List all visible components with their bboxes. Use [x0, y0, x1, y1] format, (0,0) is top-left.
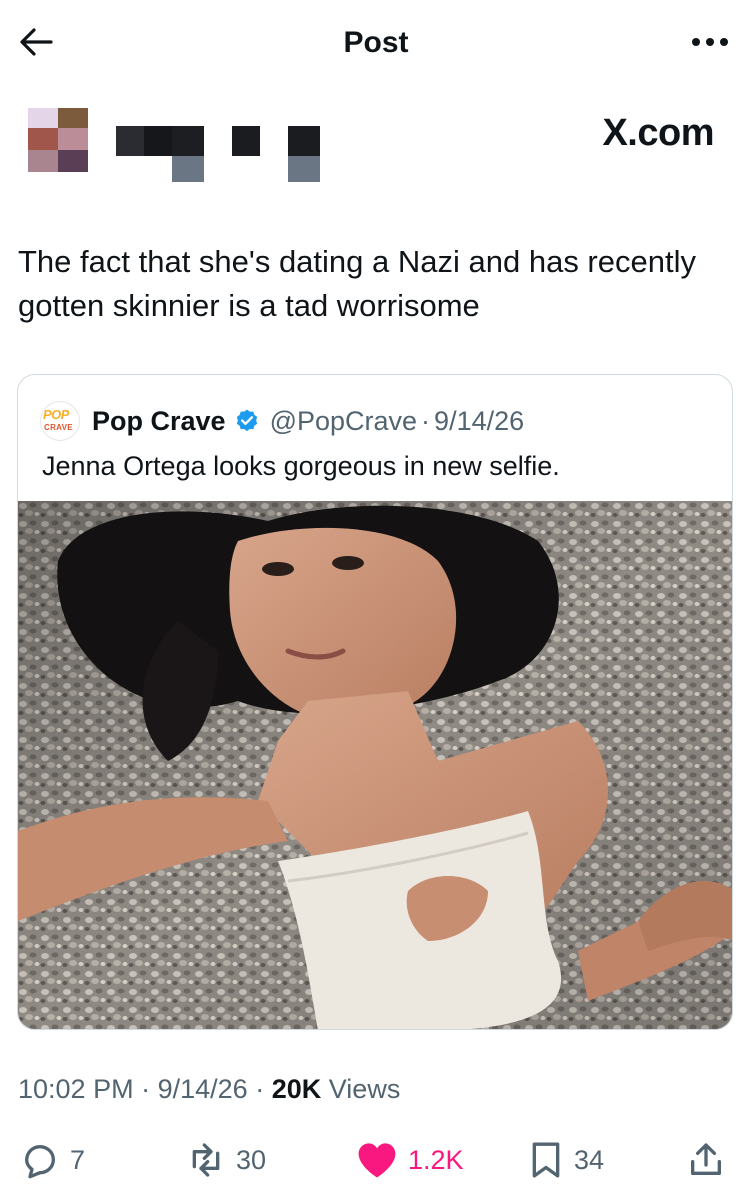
post-time: 10:02 PM	[18, 1074, 134, 1104]
quoted-author-handle[interactable]: @PopCrave	[270, 406, 417, 437]
avatar-logo-top: POP	[43, 407, 69, 422]
like-button[interactable]: 1.2K	[356, 1136, 464, 1184]
page-title: Post	[343, 26, 409, 59]
reply-count: 7	[70, 1144, 86, 1175]
quoted-date[interactable]: 9/14/26	[434, 406, 524, 437]
bookmark-count: 34	[574, 1144, 605, 1175]
views-label: Views	[328, 1074, 401, 1104]
separator-dot: ·	[421, 405, 431, 436]
like-count: 1.2K	[408, 1144, 464, 1175]
action-bar: 7 30 1.2K 34	[0, 1136, 752, 1184]
separator-dot: ·	[141, 1074, 151, 1104]
share-button[interactable]	[686, 1136, 736, 1184]
bookmark-button[interactable]: 34	[528, 1136, 604, 1184]
repost-count: 30	[236, 1144, 267, 1175]
x-watermark: X.com	[602, 112, 714, 154]
post-metadata: 10:02 PM · 9/14/26 · 20K Views	[18, 1074, 400, 1105]
views-count[interactable]: 20K	[272, 1074, 322, 1104]
censored-author[interactable]	[28, 108, 348, 188]
photo-illustration	[18, 501, 732, 1029]
separator-dot: ·	[255, 1074, 265, 1104]
share-icon	[691, 1143, 721, 1175]
quoted-post[interactable]: POP CRAVE Pop Crave @PopCrave · 9/14/26 …	[17, 374, 733, 1030]
pop-crave-avatar[interactable]: POP CRAVE	[40, 401, 80, 441]
avatar-logo-bottom: CRAVE	[44, 423, 73, 432]
repost-icon	[192, 1143, 220, 1177]
verified-badge-icon	[236, 409, 257, 432]
bookmark-icon	[532, 1142, 560, 1178]
ellipsis-icon	[692, 38, 728, 46]
quoted-post-header: POP CRAVE Pop Crave @PopCrave · 9/14/26	[40, 401, 524, 441]
top-bar: Post	[0, 0, 752, 86]
heart-icon	[358, 1143, 396, 1178]
reply-icon	[25, 1145, 55, 1179]
reply-button[interactable]: 7	[20, 1136, 85, 1184]
more-options-button[interactable]	[686, 24, 734, 60]
post-text: The fact that she's dating a Nazi and ha…	[18, 244, 696, 323]
post-date: 9/14/26	[157, 1074, 248, 1104]
quoted-author-name[interactable]: Pop Crave	[92, 406, 226, 437]
quoted-text: Jenna Ortega looks gorgeous in new selfi…	[42, 451, 560, 481]
quoted-photo[interactable]	[18, 501, 732, 1029]
repost-button[interactable]: 30	[186, 1136, 266, 1184]
